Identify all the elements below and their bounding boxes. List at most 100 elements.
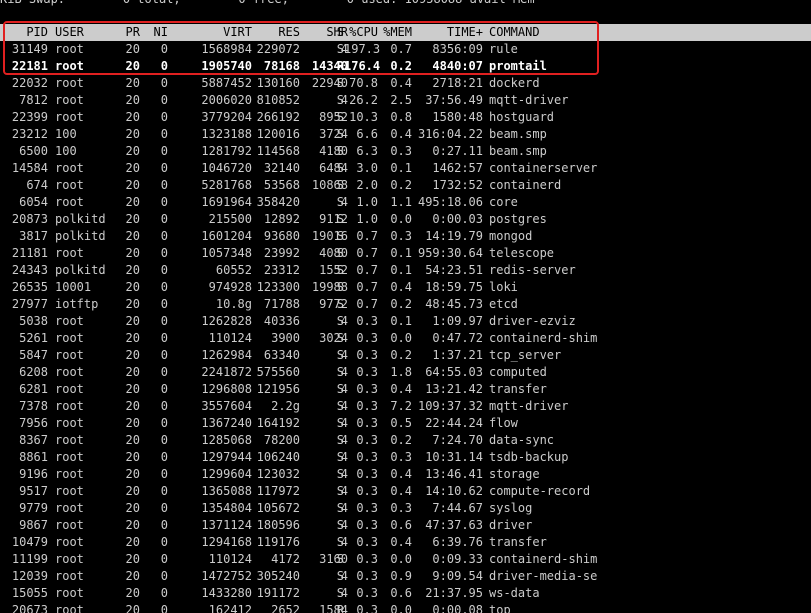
cell-time: 1:09.97 <box>432 314 483 328</box>
cell-user: iotftp <box>55 297 99 311</box>
cell-virt: 110124 <box>208 552 252 566</box>
cell-pid: 8367 <box>19 433 48 447</box>
cell-virt: 1371124 <box>201 518 252 532</box>
cell-mem: 0.3 <box>390 144 412 158</box>
cell-cpu: 70.8 <box>349 76 378 90</box>
cell-virt: 1262828 <box>201 314 252 328</box>
cell-pid: 20873 <box>11 212 48 226</box>
cell-res: 123032 <box>256 467 300 481</box>
cell-priority: 20 <box>125 518 140 532</box>
cell-res: 305240 <box>256 569 300 583</box>
cell-cpu: 3.0 <box>356 161 378 175</box>
cell-res: 164192 <box>256 416 300 430</box>
header-user: USER <box>55 25 84 39</box>
cell-time: 64:55.03 <box>425 365 483 379</box>
cell-mem: 0.6 <box>390 518 412 532</box>
cell-state: S <box>336 569 344 583</box>
cell-state: S <box>336 161 344 175</box>
cell-res: 78200 <box>263 433 300 447</box>
cell-state: S <box>336 246 344 260</box>
cell-pid: 9517 <box>19 484 48 498</box>
cell-priority: 20 <box>125 110 140 124</box>
cell-res: 114568 <box>256 144 300 158</box>
cell-state: S <box>336 518 344 532</box>
cell-state: R <box>336 59 344 73</box>
cell-mem: 0.7 <box>390 42 412 56</box>
cell-mem: 0.2 <box>390 178 412 192</box>
cell-state: S <box>336 178 344 192</box>
cell-state: R <box>336 603 344 613</box>
cell-mem: 7.2 <box>390 399 412 413</box>
cell-time: 9:09.54 <box>432 569 483 583</box>
cell-virt: 1691964 <box>201 195 252 209</box>
cell-priority: 20 <box>125 161 140 175</box>
cell-virt: 1057348 <box>201 246 252 260</box>
cell-res: 40336 <box>263 314 300 328</box>
cell-user: root <box>55 246 84 260</box>
cell-virt: 1262984 <box>201 348 252 362</box>
cell-res: 180596 <box>256 518 300 532</box>
cell-pid: 9196 <box>19 467 48 481</box>
cell-time: 6:39.76 <box>432 535 483 549</box>
cell-time: 1:37.21 <box>432 348 483 362</box>
cell-nice: 0 <box>160 178 168 192</box>
cell-time: 14:19.79 <box>425 229 483 243</box>
header-state: S <box>336 25 344 39</box>
cell-pid: 22032 <box>11 76 48 90</box>
cell-res: 121956 <box>256 382 300 396</box>
cell-virt: 1472752 <box>201 569 252 583</box>
terminal-window[interactable]: KiB Swap: 0 total, 0 free, 0 used. 10958… <box>0 0 811 613</box>
header-cpu: %CPU <box>349 25 378 39</box>
cell-mem: 0.4 <box>390 467 412 481</box>
cell-mem: 0.4 <box>390 382 412 396</box>
cell-mem: 1.8 <box>390 365 412 379</box>
cell-cpu: 0.3 <box>356 518 378 532</box>
cell-user: root <box>55 331 84 345</box>
cell-user: root <box>55 501 84 515</box>
cell-nice: 0 <box>160 399 168 413</box>
cell-cpu: 0.3 <box>356 331 378 345</box>
cell-priority: 20 <box>125 76 140 90</box>
cell-mem: 0.4 <box>390 76 412 90</box>
cell-res: 78168 <box>263 59 300 73</box>
cell-res: 2652 <box>271 603 300 613</box>
cell-nice: 0 <box>160 331 168 345</box>
header-pid: PID <box>26 25 48 39</box>
cell-time: 495:18.06 <box>417 195 483 209</box>
cell-cpu: 0.3 <box>356 314 378 328</box>
cell-res: 229072 <box>256 42 300 56</box>
cell-command: beam.smp <box>489 127 547 141</box>
cell-state: S <box>336 195 344 209</box>
cell-command: transfer <box>489 535 547 549</box>
cell-virt: 215500 <box>208 212 252 226</box>
cell-res: 117972 <box>256 484 300 498</box>
cell-mem: 0.2 <box>390 348 412 362</box>
cell-res: 53568 <box>263 178 300 192</box>
cell-pid: 3817 <box>19 229 48 243</box>
cell-virt: 1296808 <box>201 382 252 396</box>
cell-mem: 0.0 <box>390 603 412 613</box>
cell-time: 14:10.62 <box>425 484 483 498</box>
cell-virt: 1299604 <box>201 467 252 481</box>
cell-mem: 0.9 <box>390 569 412 583</box>
cell-cpu: 0.3 <box>356 365 378 379</box>
cell-mem: 0.0 <box>390 331 412 345</box>
cell-command: telescope <box>489 246 555 260</box>
cell-user: root <box>55 348 84 362</box>
cell-mem: 0.1 <box>390 161 412 175</box>
cell-nice: 0 <box>160 586 168 600</box>
cell-priority: 20 <box>125 314 140 328</box>
cell-nice: 0 <box>160 246 168 260</box>
cell-mem: 0.3 <box>390 229 412 243</box>
cell-state: S <box>336 297 344 311</box>
cell-mem: 0.3 <box>390 450 412 464</box>
cell-user: polkitd <box>55 263 106 277</box>
cell-res: 23312 <box>263 263 300 277</box>
cell-state: S <box>336 450 344 464</box>
cell-pid: 9867 <box>19 518 48 532</box>
cell-state: S <box>336 212 344 226</box>
cell-time: 47:37.63 <box>425 518 483 532</box>
cell-virt: 10.8g <box>215 297 252 311</box>
cell-state: S <box>336 127 344 141</box>
cell-priority: 20 <box>125 586 140 600</box>
